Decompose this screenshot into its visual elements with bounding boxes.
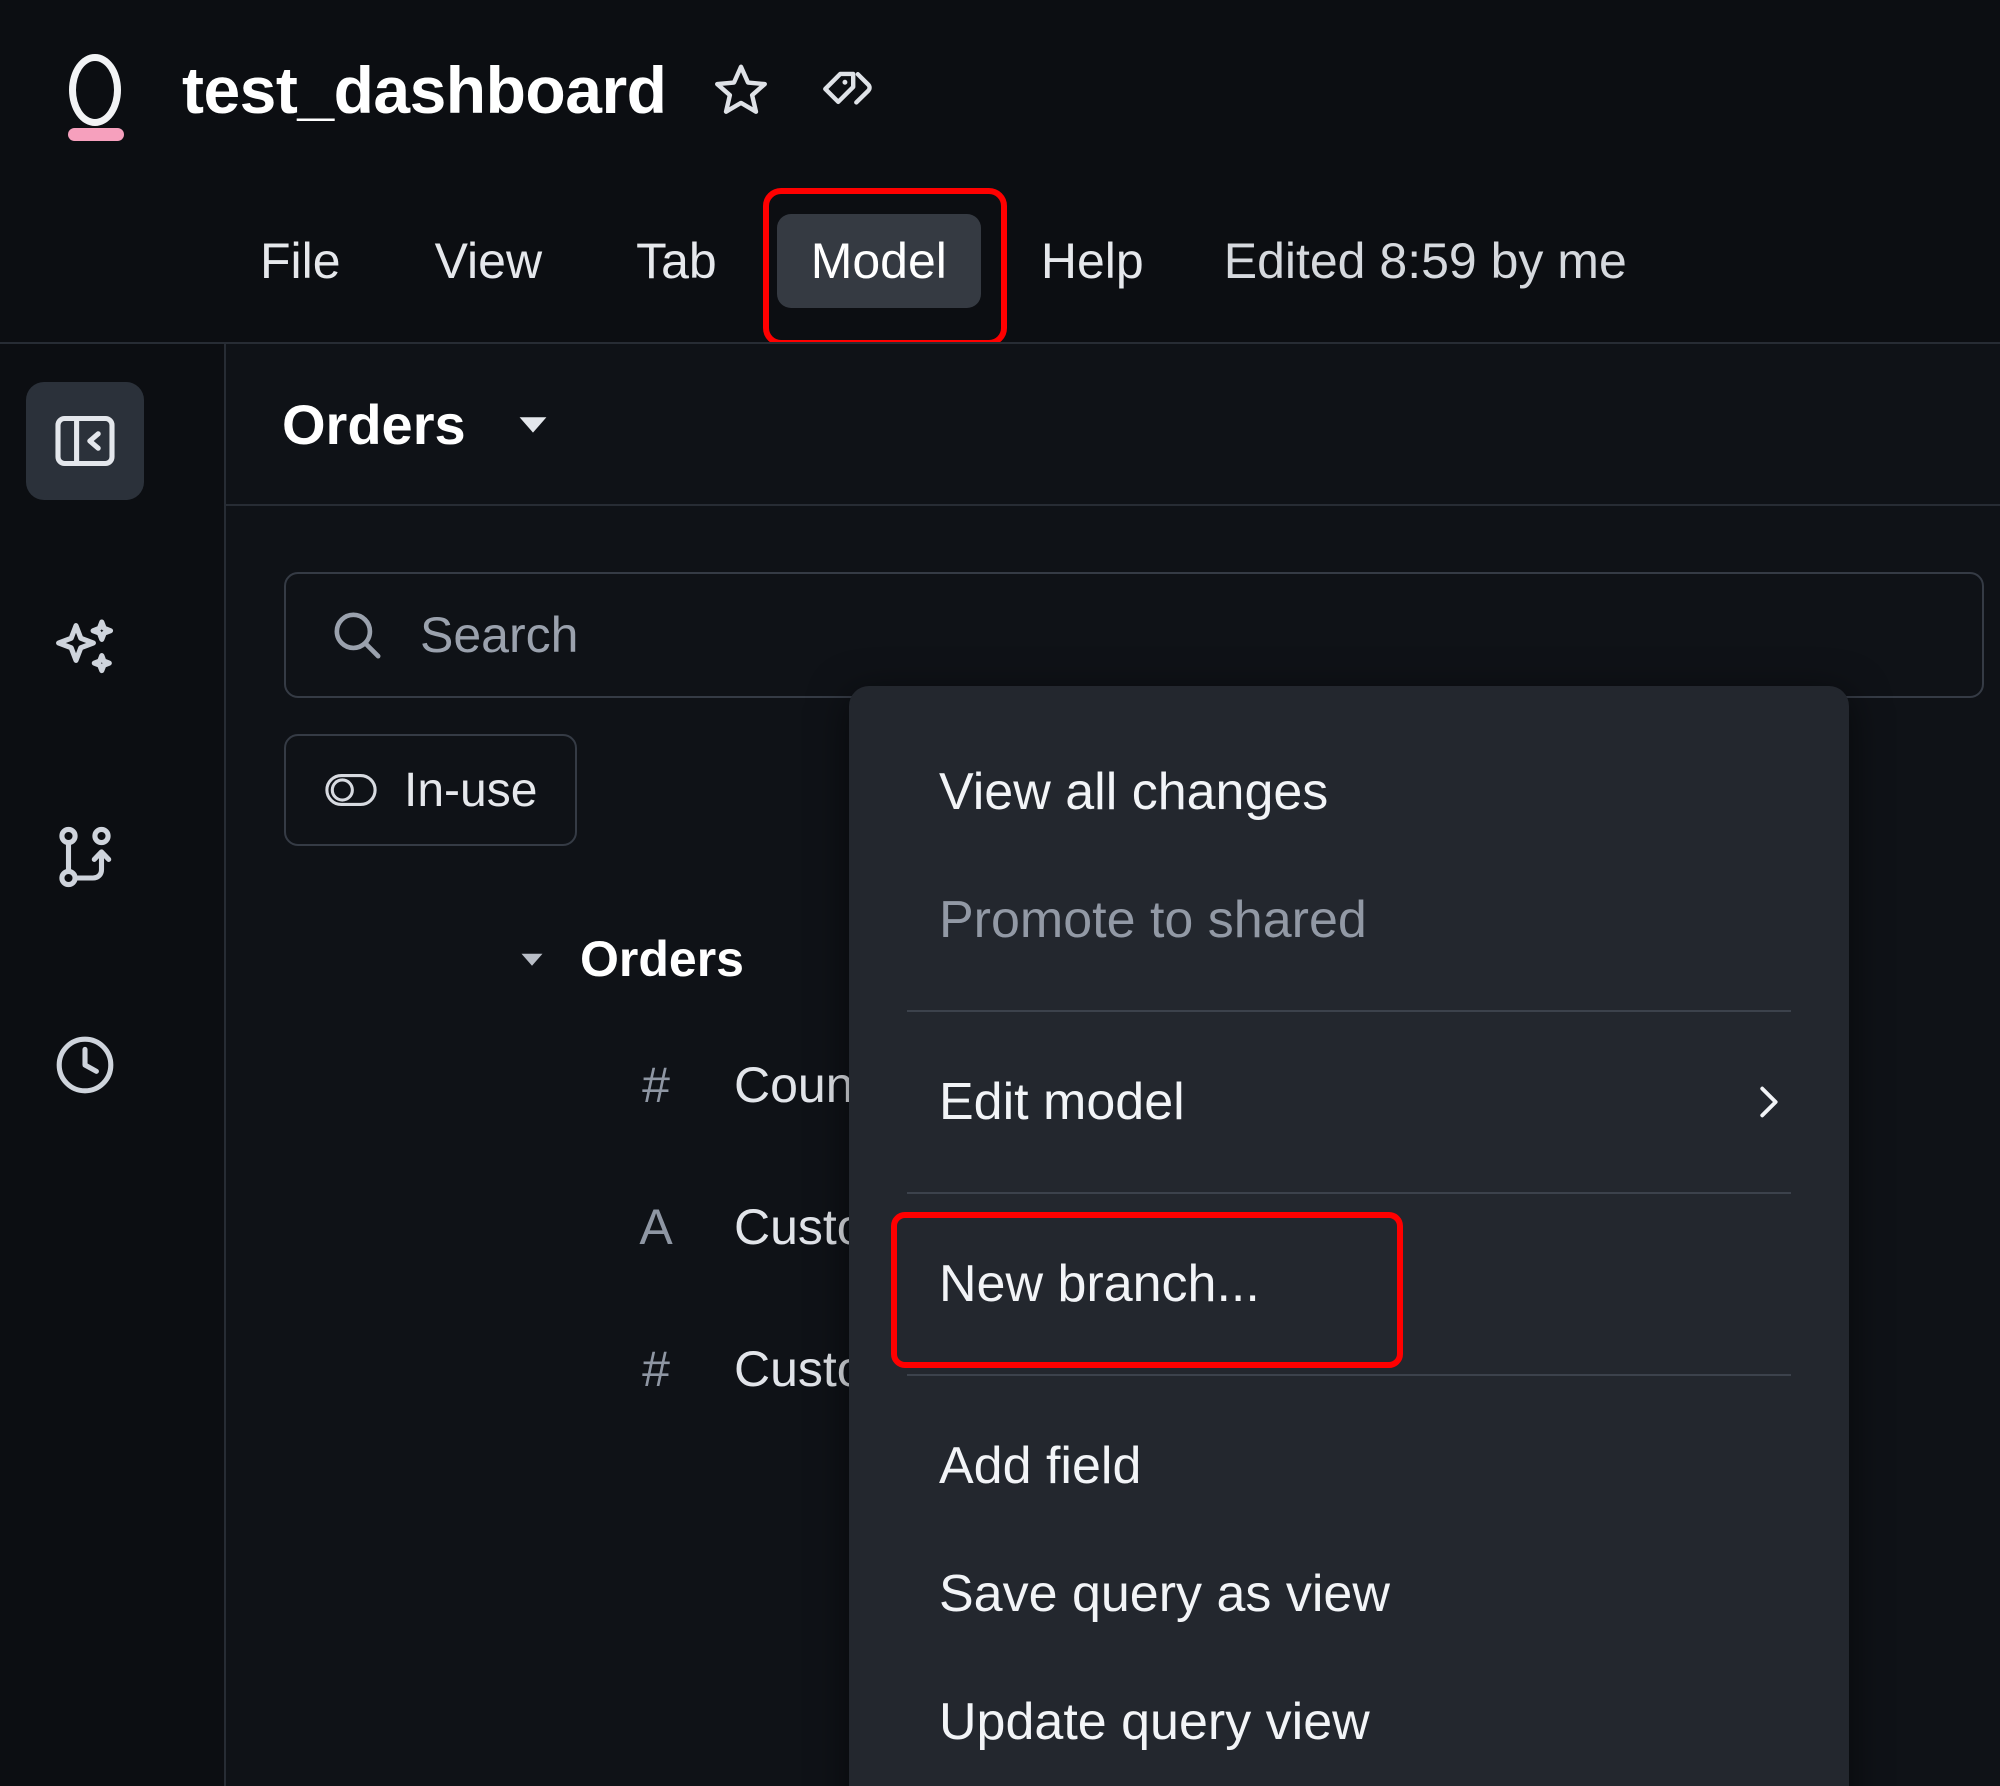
menu-new-branch-highlight: New branch... bbox=[849, 1212, 1849, 1368]
menu-separator bbox=[907, 1374, 1791, 1376]
menu-option-edit-model[interactable]: Edit model bbox=[849, 1038, 1849, 1166]
tags-icon[interactable] bbox=[816, 59, 878, 121]
in-use-filter-label: In-use bbox=[404, 763, 538, 817]
menu-item-help[interactable]: Help bbox=[1007, 214, 1178, 308]
logo-oval-icon bbox=[69, 54, 121, 126]
search-input[interactable]: Search bbox=[284, 572, 1984, 698]
menu-option-label: Update query view bbox=[939, 1693, 1370, 1751]
menu-option-save-query-as-view[interactable]: Save query as view bbox=[849, 1530, 1849, 1658]
app-logo[interactable] bbox=[52, 35, 138, 145]
title-bar: test_dashboard bbox=[0, 0, 2000, 180]
body-region: Orders Search In-use Orders # Count A Cu… bbox=[0, 342, 2000, 1786]
menu-option-add-field[interactable]: Add field bbox=[849, 1402, 1849, 1530]
menu-option-promote-to-shared: Promote to shared bbox=[849, 856, 1849, 984]
history-clock-icon[interactable] bbox=[26, 1006, 144, 1124]
sidebar-rail bbox=[0, 344, 226, 1786]
menu-option-label: Edit model bbox=[939, 1073, 1185, 1131]
menu-option-label: Add field bbox=[939, 1437, 1142, 1495]
star-icon[interactable] bbox=[710, 59, 772, 121]
menu-option-label: View all changes bbox=[939, 763, 1329, 821]
menu-item-tab[interactable]: Tab bbox=[602, 214, 751, 308]
panel-header: Orders bbox=[226, 344, 2000, 506]
menu-separator bbox=[907, 1010, 1791, 1012]
model-dropdown-menu: View all changes Promote to shared Edit … bbox=[849, 686, 1849, 1786]
menu-item-model[interactable]: Model bbox=[776, 214, 981, 308]
chevron-down-icon[interactable] bbox=[510, 401, 556, 447]
application-window: test_dashboard File View Tab Model Help … bbox=[0, 0, 2000, 1786]
logo-underline bbox=[68, 128, 124, 141]
edited-status: Edited 8:59 by me bbox=[1223, 233, 1627, 289]
field-type-number-icon: # bbox=[642, 1341, 670, 1397]
toggle-sidebar-icon[interactable] bbox=[26, 382, 144, 500]
menu-option-view-all-changes[interactable]: View all changes bbox=[849, 728, 1849, 856]
field-type-text-icon: A bbox=[639, 1199, 673, 1255]
menu-model-highlight: Model bbox=[762, 188, 1008, 346]
menu-separator bbox=[907, 1192, 1791, 1194]
ai-sparkles-icon[interactable] bbox=[26, 590, 144, 708]
panel-title: Orders bbox=[282, 392, 466, 456]
field-type-number-icon: # bbox=[642, 1057, 670, 1113]
menu-option-label: Save query as view bbox=[939, 1565, 1390, 1623]
search-icon bbox=[334, 612, 381, 659]
page-title: test_dashboard bbox=[182, 53, 667, 127]
branch-icon[interactable] bbox=[26, 798, 144, 916]
menu-option-label: Promote to shared bbox=[939, 891, 1367, 949]
chevron-right-icon bbox=[1745, 1079, 1791, 1125]
menu-option-update-query-view[interactable]: Update query view bbox=[849, 1658, 1849, 1786]
menu-bar: File View Tab Model Help Edited 8:59 by … bbox=[0, 180, 2000, 346]
in-use-filter-chip[interactable]: In-use bbox=[284, 734, 578, 846]
dropdown-top-padding bbox=[849, 686, 1849, 728]
menu-item-view[interactable]: View bbox=[401, 214, 576, 308]
triangle-down-icon[interactable] bbox=[514, 941, 550, 977]
tree-group-label: Orders bbox=[580, 931, 744, 987]
search-placeholder: Search bbox=[420, 607, 579, 663]
toggle-icon bbox=[325, 773, 377, 807]
menu-item-file[interactable]: File bbox=[226, 214, 375, 308]
menu-option-label: New branch... bbox=[939, 1255, 1260, 1313]
menu-option-new-branch[interactable]: New branch... bbox=[849, 1220, 1849, 1348]
